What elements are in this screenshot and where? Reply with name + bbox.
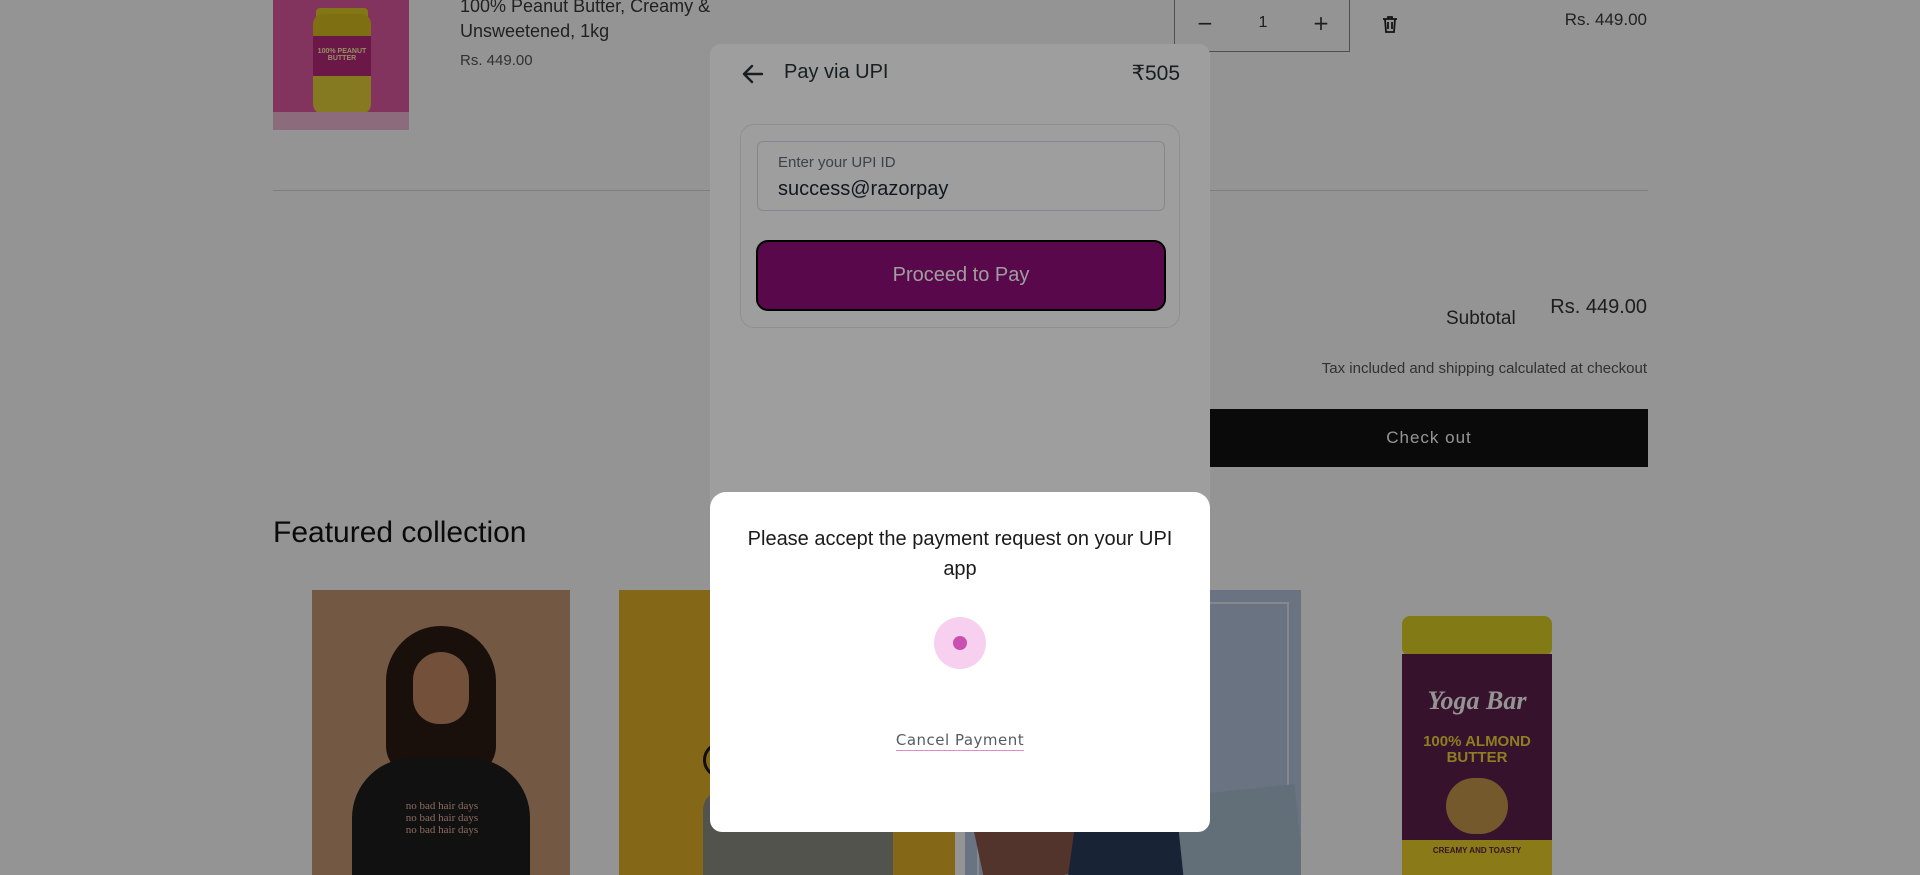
payment-request-message: Please accept the payment request on you… [747, 528, 1173, 580]
cancel-payment-link[interactable]: Cancel Payment [895, 731, 1025, 751]
upi-payment-modal: Pay via UPI ₹505 Enter your UPI ID Proce… [710, 44, 1210, 832]
payment-request-sheet: Please accept the payment request on you… [710, 492, 1210, 832]
spinner-dot [953, 636, 967, 650]
cancel-payment-link-row: Cancel Payment [710, 730, 1210, 751]
loading-spinner [934, 617, 986, 669]
